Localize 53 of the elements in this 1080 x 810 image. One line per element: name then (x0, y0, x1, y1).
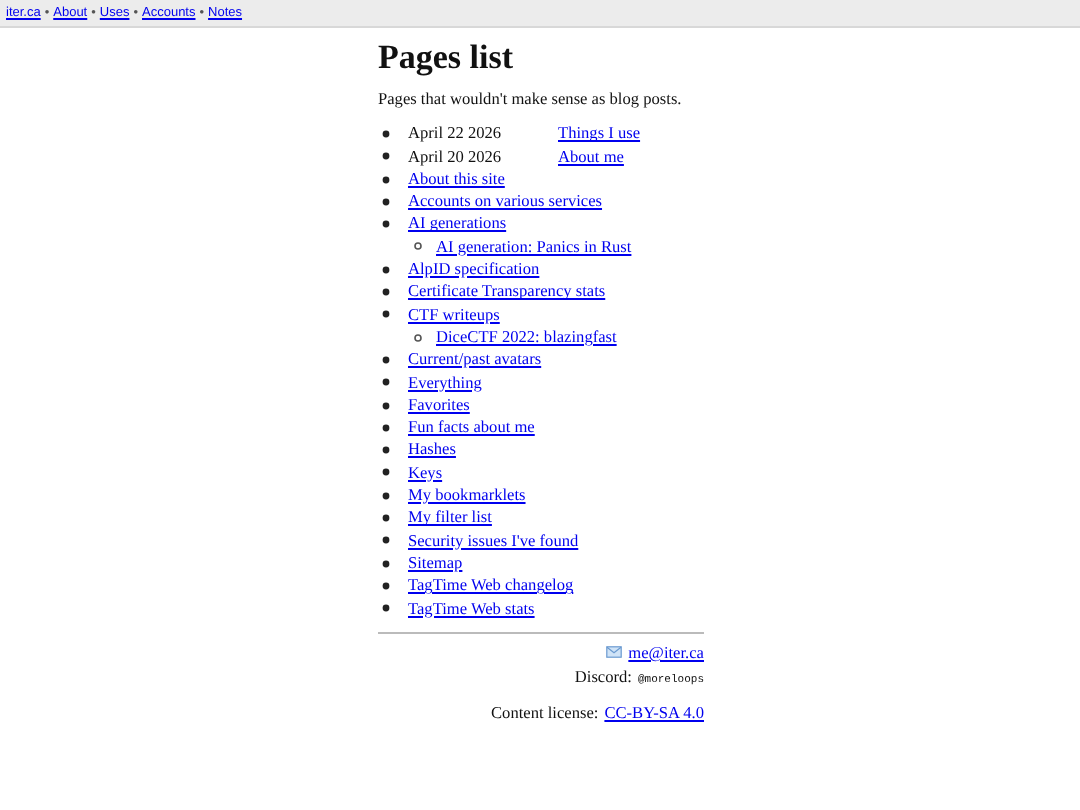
email-icon (606, 646, 623, 659)
bullet-icon (382, 491, 390, 500)
page-link[interactable]: DiceCTF 2022: blazingfast (436, 325, 617, 349)
page-link[interactable]: Things I use (558, 122, 641, 146)
license-label: Content license: (491, 702, 599, 726)
bullet-icon (414, 242, 422, 251)
page-link[interactable]: Sitemap (408, 551, 463, 575)
page-link[interactable]: Favorites (408, 393, 470, 417)
page-title: Pages list (378, 38, 516, 78)
page-link[interactable]: My bookmarklets (408, 484, 526, 507)
page-link[interactable]: TagTime Web changelog (408, 574, 574, 598)
page-link[interactable]: Keys (408, 461, 443, 485)
license-link[interactable]: CC-BY-SA 4.0 (604, 702, 704, 726)
bullet-icon (382, 536, 390, 545)
page-link[interactable]: Certificate Transparency stats (408, 280, 606, 304)
bullet-icon (382, 265, 390, 274)
bullet-icon (382, 513, 390, 522)
page-link[interactable]: AI generation: Panics in Rust (436, 235, 632, 259)
discord-label: Discord: (574, 666, 632, 689)
date-text: April 20 2026 (408, 145, 504, 168)
page-link[interactable]: Fun facts about me (408, 416, 535, 439)
email-link[interactable]: me@iter.ca (628, 641, 704, 665)
page-link[interactable]: CTF writeups (408, 303, 500, 326)
bullet-icon (382, 197, 390, 206)
bullet-icon (382, 559, 390, 568)
page-link[interactable]: Current/past avatars (408, 348, 542, 372)
page-link[interactable]: Security issues I've found (408, 529, 579, 552)
bullet-icon (382, 604, 390, 613)
bullet-icon (382, 446, 390, 455)
bullet-icon (382, 581, 390, 590)
bullet-icon (382, 355, 390, 364)
bullet-icon (382, 129, 390, 138)
page-link[interactable]: My filter list (408, 506, 492, 530)
bullet-icon (382, 468, 390, 477)
page-link[interactable]: AlpID specification (408, 258, 540, 281)
page-link[interactable]: About this site (408, 167, 505, 191)
bullet-icon (382, 378, 390, 387)
page-link[interactable]: Hashes (408, 438, 456, 462)
page-link[interactable]: About me (558, 145, 624, 168)
bullet-icon (382, 152, 390, 161)
bullet-icon (382, 423, 390, 432)
intro-text: Pages that wouldn't make sense as blog posts. (378, 88, 684, 111)
bullet-icon (382, 288, 390, 297)
page-link[interactable]: Everything (408, 371, 482, 394)
page-link[interactable]: TagTime Web stats (408, 597, 535, 620)
bullet-icon (382, 220, 390, 229)
date-text: April 22 2026 (408, 122, 504, 146)
page-link[interactable]: AI generations (408, 212, 507, 236)
bullet-icon (382, 175, 390, 184)
bullet-icon (414, 333, 422, 342)
bullet-icon (382, 401, 390, 409)
bullet-icon (382, 310, 390, 319)
page-link[interactable]: Accounts on various services (408, 190, 603, 213)
